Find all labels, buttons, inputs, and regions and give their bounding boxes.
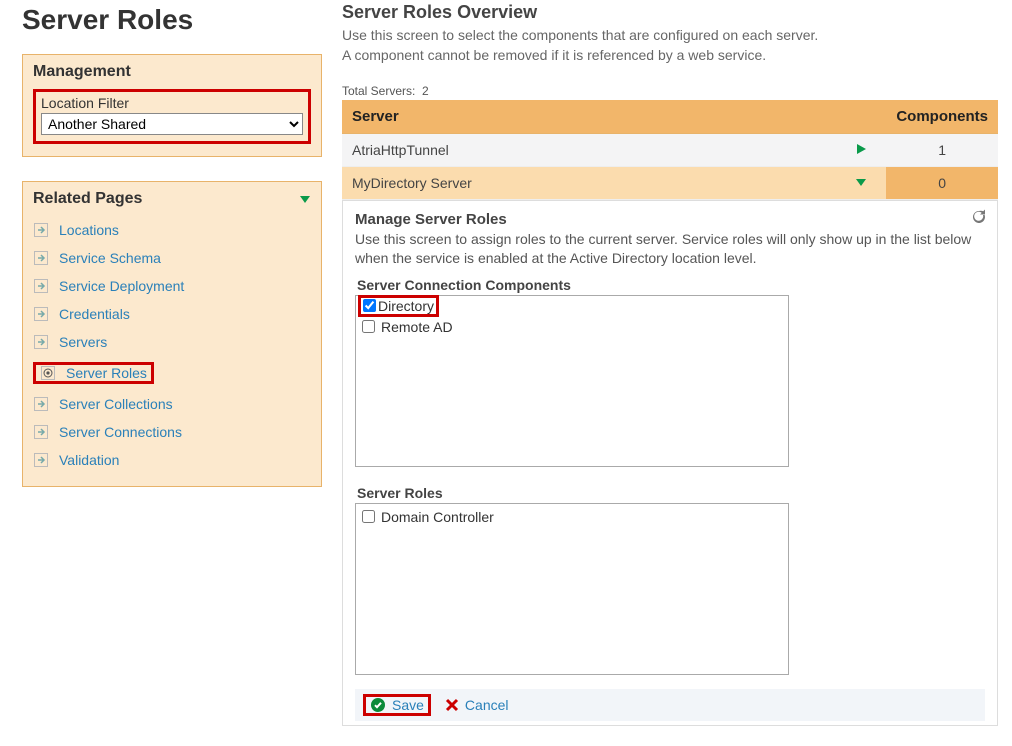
manage-roles-heading: Manage Server Roles (355, 211, 985, 228)
sidebar-item-servers[interactable]: Servers (33, 328, 311, 356)
table-row[interactable]: AtriaHttpTunnel 1 (342, 133, 998, 166)
overview-heading: Server Roles Overview (342, 2, 998, 23)
sidebar-item-credentials[interactable]: Credentials (33, 300, 311, 328)
location-filter-select[interactable]: Another Shared (41, 113, 303, 135)
server-name-cell: AtriaHttpTunnel (342, 133, 836, 166)
status-icon[interactable] (836, 133, 886, 166)
nav-icon (33, 424, 49, 440)
roles-label: Server Roles (357, 485, 985, 501)
nav-link[interactable]: Validation (59, 452, 119, 468)
checkbox-label: Directory (378, 298, 434, 314)
nav-icon (33, 250, 49, 266)
sidebar-item-locations[interactable]: Locations (33, 216, 311, 244)
nav-icon (33, 306, 49, 322)
status-icon[interactable] (836, 166, 886, 199)
col-components[interactable]: Components (886, 100, 998, 134)
checkbox-row: Remote AD (362, 318, 782, 336)
manage-roles-desc: Use this screen to assign roles to the c… (355, 230, 985, 269)
total-servers: Total Servers: 2 (342, 84, 998, 98)
checkbox-directory[interactable] (363, 299, 376, 312)
checkbox-row: Directory (362, 300, 782, 318)
nav-icon (33, 334, 49, 350)
x-icon (445, 698, 459, 712)
nav-icon (33, 222, 49, 238)
sidebar-item-service-deployment[interactable]: Service Deployment (33, 272, 311, 300)
server-name-cell: MyDirectory Server (342, 166, 836, 199)
scc-label: Server Connection Components (357, 277, 985, 293)
scc-listbox: Directory Remote AD (355, 295, 789, 467)
collapse-icon[interactable] (299, 193, 311, 205)
cancel-button[interactable]: Cancel (445, 697, 509, 713)
related-pages-heading: Related Pages (33, 190, 142, 208)
sidebar-item-service-schema[interactable]: Service Schema (33, 244, 311, 272)
sidebar-item-validation[interactable]: Validation (33, 446, 311, 474)
location-filter-group: Location Filter Another Shared (33, 89, 311, 144)
location-filter-label: Location Filter (41, 95, 303, 111)
checkbox-domain-controller[interactable] (362, 510, 375, 523)
overview-desc: Use this screen to select the components… (342, 25, 998, 66)
nav-link[interactable]: Service Deployment (59, 278, 184, 294)
nav-link[interactable]: Credentials (59, 306, 130, 322)
sidebar-item-server-roles[interactable]: Server Roles (33, 356, 311, 390)
components-cell: 1 (886, 133, 998, 166)
nav-icon (33, 452, 49, 468)
server-table: Server Components AtriaHttpTunnel1MyDire… (342, 100, 998, 200)
roles-listbox: Domain Controller (355, 503, 789, 675)
sidebar-item-server-collections[interactable]: Server Collections (33, 390, 311, 418)
checkbox-label: Remote AD (381, 319, 453, 335)
check-circle-icon (370, 697, 386, 713)
nav-link[interactable]: Locations (59, 222, 119, 238)
nav-icon (40, 365, 56, 381)
checkbox-remote-ad[interactable] (362, 320, 375, 333)
checkbox-label: Domain Controller (381, 509, 494, 525)
nav-link[interactable]: Server Connections (59, 424, 182, 440)
nav-link[interactable]: Servers (59, 334, 107, 350)
components-cell: 0 (886, 166, 998, 199)
nav-icon (33, 278, 49, 294)
col-server[interactable]: Server (342, 100, 836, 134)
related-pages-panel: Related Pages Locations Service Schema Ser… (22, 181, 322, 487)
nav-link[interactable]: Server Collections (59, 396, 173, 412)
nav-link[interactable]: Service Schema (59, 250, 161, 266)
table-row[interactable]: MyDirectory Server 0 (342, 166, 998, 199)
manage-roles-panel: Manage Server Roles Use this screen to a… (342, 200, 998, 726)
save-button[interactable]: Save (370, 697, 424, 713)
management-panel: Management Location Filter Another Share… (22, 54, 322, 157)
refresh-icon[interactable] (971, 209, 987, 228)
nav-link[interactable]: Server Roles (66, 365, 147, 381)
sidebar-item-server-connections[interactable]: Server Connections (33, 418, 311, 446)
page-title: Server Roles (22, 4, 322, 36)
management-heading: Management (33, 63, 131, 81)
checkbox-row: Domain Controller (362, 508, 782, 526)
nav-icon (33, 396, 49, 412)
